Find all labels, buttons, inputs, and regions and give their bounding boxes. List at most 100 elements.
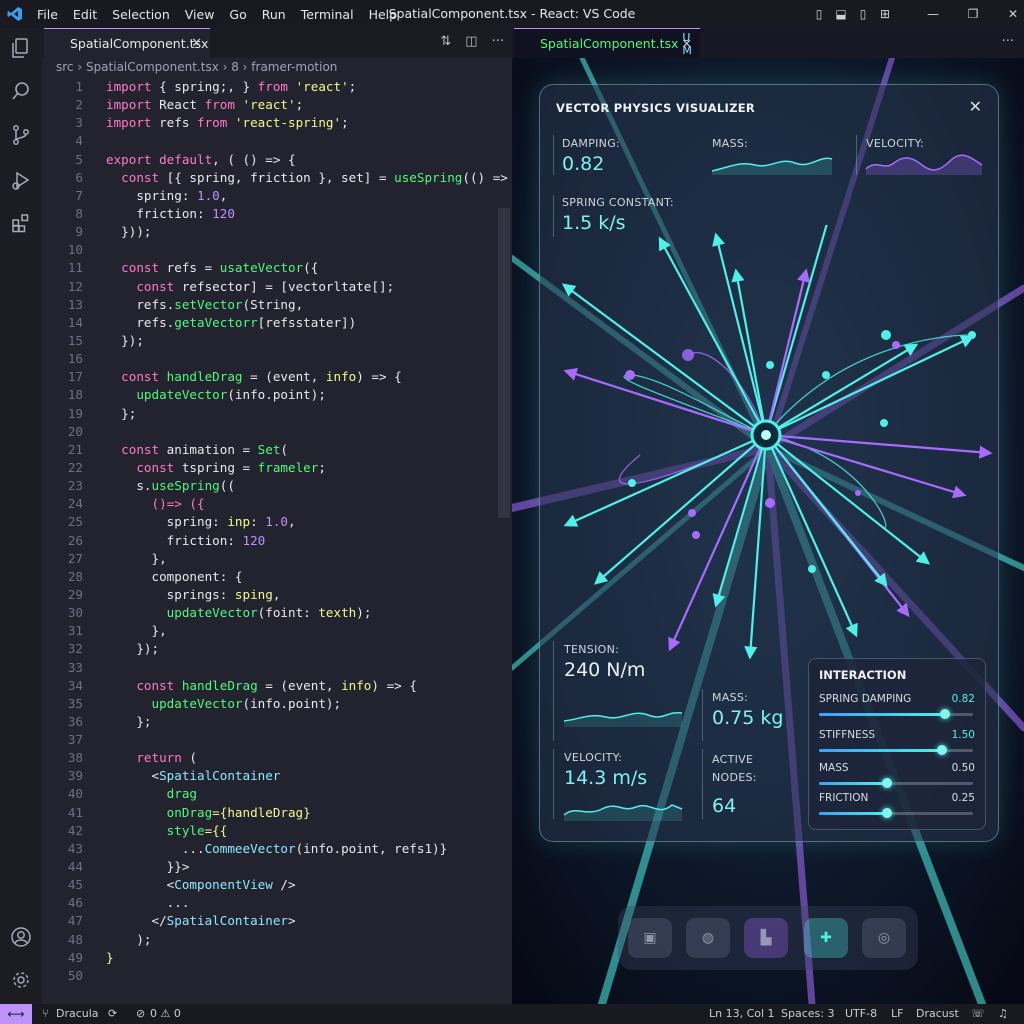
code-line[interactable]: 8 friction: 120 (42, 205, 512, 223)
code-line[interactable]: 34 const handleDrag = (event, info) => { (42, 677, 512, 695)
encoding-status[interactable]: UTF-8 (845, 1007, 877, 1020)
code-line[interactable]: 25 spring: inp: 1.0, (42, 513, 512, 531)
maximize-icon[interactable]: ❐ (962, 7, 984, 21)
remote-icon[interactable]: ⟷ (0, 1004, 32, 1024)
explorer-icon[interactable] (9, 36, 33, 60)
code-line[interactable]: 33 (42, 659, 512, 677)
code-line[interactable]: 27 }, (42, 550, 512, 568)
code-line[interactable]: 39 <SpatialContainer (42, 767, 512, 785)
menu-terminal[interactable]: Terminal (294, 7, 362, 22)
code-line[interactable]: 13 refs.setVector(String, (42, 296, 512, 314)
panel-close-icon[interactable]: ✕ (969, 97, 982, 116)
settings-gear-icon[interactable] (9, 968, 33, 992)
search-icon[interactable] (9, 79, 33, 103)
code-line[interactable]: 23 s.useSpring(( (42, 477, 512, 495)
code-line[interactable]: 49} (42, 949, 512, 967)
code-lines[interactable]: 1 import { spring;, } from 'react'; 2 impor… (42, 78, 523, 985)
menu-run[interactable]: Run (255, 7, 294, 22)
layout-icon[interactable]: ⊞ (874, 7, 896, 21)
code-line[interactable]: 42 style={{ (42, 822, 512, 840)
menu-view[interactable]: View (178, 7, 223, 22)
toggle-sidebar-icon[interactable]: ▯ (808, 7, 830, 21)
code-line[interactable]: 4 (42, 132, 512, 150)
code-line[interactable]: 21 const animation = Set( (42, 441, 512, 459)
menu-selection[interactable]: Selection (105, 7, 178, 22)
code-line[interactable]: 43 ...CommeeVector(info.point, refs1)} (42, 840, 512, 858)
toggle-secondary-sidebar-icon[interactable]: ▯ (852, 7, 874, 21)
code-line[interactable]: 7 spring: 1.0, (42, 187, 512, 205)
dock-chart-icon[interactable]: ▙ (744, 918, 788, 958)
indentation-status[interactable]: Spaces: 3 (781, 1007, 834, 1020)
dock-globe-icon[interactable]: ◍ (686, 918, 730, 958)
cursor-position[interactable]: Ln 13, Col 1 (709, 1007, 775, 1020)
code-line[interactable]: 50 (42, 967, 512, 985)
code-line[interactable]: 16 (42, 350, 512, 368)
breadcrumb[interactable]: src › SpatialComponent.tsx › 8 › framer-… (56, 60, 337, 74)
code-line[interactable]: 26 friction: 120 (42, 532, 512, 550)
preview-more-icon[interactable]: ··· (1002, 34, 1014, 49)
code-line[interactable]: 32 }); (42, 640, 512, 658)
minimize-icon[interactable]: — (922, 7, 944, 21)
code-line[interactable]: 30 updateVector(foint: texth); (42, 604, 512, 622)
code-line[interactable]: 5 export default, ( () => { (42, 151, 512, 169)
code-line[interactable]: 17 const handleDrag = (event, info) => { (42, 368, 512, 386)
code-line[interactable]: 36 }; (42, 713, 512, 731)
code-line[interactable]: 1 import { spring;, } from 'react'; (42, 78, 512, 96)
code-line[interactable]: 2 import React from 'react'; (42, 96, 512, 114)
split-editor-icon[interactable]: ◫ (465, 34, 477, 49)
code-line[interactable]: 3 import refs from 'react-spring'; (42, 114, 512, 132)
menu-edit[interactable]: Edit (66, 7, 105, 22)
close-preview-tab-icon[interactable]: ✕ (682, 36, 692, 51)
close-window-icon[interactable]: ✕ (1002, 7, 1024, 21)
sync-icon[interactable]: ⟳ (108, 1007, 117, 1020)
code-line[interactable]: 45 <ComponentView /> (42, 876, 512, 894)
code-line[interactable]: 38 return ( (42, 749, 512, 767)
source-control-icon[interactable] (9, 123, 33, 147)
code-line[interactable]: 18 updateVector(info.point); (42, 386, 512, 404)
code-line[interactable]: 37 (42, 731, 512, 749)
close-tab-icon[interactable]: ✕ (191, 36, 202, 51)
run-debug-icon[interactable] (9, 168, 33, 192)
code-line[interactable]: 44 }}> (42, 858, 512, 876)
code-line[interactable]: 10 (42, 241, 512, 259)
code-line[interactable]: 14 refs.getaVectorr[refsstater]) (42, 314, 512, 332)
more-actions-icon[interactable]: ··· (492, 34, 504, 49)
vector-field-graph[interactable] (540, 225, 998, 675)
code-line[interactable]: 15 }); (42, 332, 512, 350)
problems-status[interactable]: 0 ⚠ 0 (150, 1007, 181, 1020)
compare-changes-icon[interactable]: ⇅ (440, 34, 451, 49)
extensions-icon[interactable] (9, 211, 33, 235)
code-line[interactable]: 20 (42, 423, 512, 441)
tab-preview-spatialcomponent[interactable]: SpatialComponent.tsx U M ✕ (514, 28, 700, 58)
code-line[interactable]: 47 </SpatialContainer> (42, 912, 512, 930)
code-line[interactable]: 6 const [{ spring, friction }, set] = us… (42, 169, 523, 187)
code-line[interactable]: 40 drag (42, 785, 512, 803)
code-line[interactable]: 22 const tspring = frameler; (42, 459, 512, 477)
code-line[interactable]: 41 onDrag={handleDrag} (42, 804, 512, 822)
code-line[interactable]: 11 const refs = usateVector({ (42, 259, 512, 277)
theme-status[interactable]: Dracula (56, 1007, 99, 1020)
code-line[interactable]: 31 }, (42, 622, 512, 640)
notifications-icon[interactable]: ♫ (998, 1007, 1008, 1020)
code-line[interactable]: 19 }; (42, 405, 512, 423)
code-line[interactable]: 29 springs: sping, (42, 586, 512, 604)
dock-settings-icon[interactable]: ◎ (862, 918, 906, 958)
feedback-icon[interactable]: ☏ (971, 1007, 985, 1020)
code-line[interactable]: 28 component: { (42, 568, 512, 586)
vscode-logo-icon[interactable] (0, 6, 30, 22)
slider-handle[interactable] (881, 778, 892, 788)
slider-handle[interactable] (940, 709, 951, 719)
code-line[interactable]: 46 ... (42, 894, 512, 912)
dock-vector-icon[interactable]: ✚ (804, 918, 848, 958)
slider-handle[interactable] (881, 808, 892, 818)
editor-scrollbar[interactable] (498, 208, 510, 518)
menu-file[interactable]: File (30, 7, 66, 22)
code-line[interactable]: 48 ); (42, 931, 512, 949)
slider-handle[interactable] (937, 745, 948, 755)
code-line[interactable]: 24 ()=> ({ (42, 495, 512, 513)
dock-window-icon[interactable]: ▣ (628, 918, 672, 958)
code-line[interactable]: 35 updateVector(info.point); (42, 695, 512, 713)
account-icon[interactable] (9, 925, 33, 949)
menu-help[interactable]: Help (362, 7, 406, 22)
code-line[interactable]: 9 })); (42, 223, 512, 241)
